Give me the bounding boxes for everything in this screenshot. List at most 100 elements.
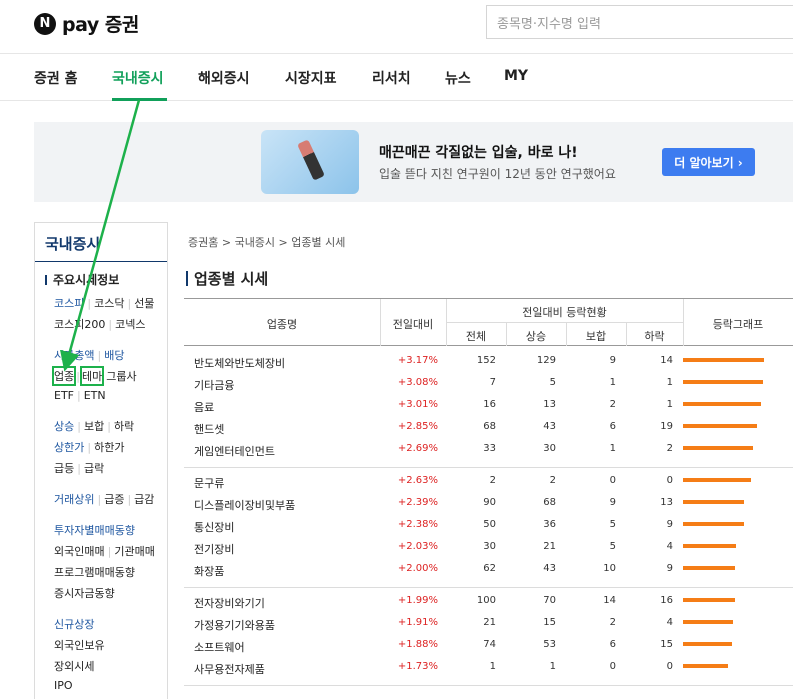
- nav-my[interactable]: MY: [504, 68, 528, 84]
- industry-name-link[interactable]: 화장품: [194, 563, 224, 579]
- industry-name-link[interactable]: 기타금융: [194, 377, 234, 393]
- sidebar-item-volume-decrease[interactable]: 급감: [134, 491, 154, 507]
- nav-domestic-market[interactable]: 국내증시: [112, 68, 164, 88]
- table-row[interactable]: 기타금융 +3.08% 7 5 1 1: [184, 372, 793, 394]
- industry-name-link[interactable]: 음료: [194, 399, 214, 415]
- table-row[interactable]: 게임엔터테인먼트 +2.69% 33 30 1 2: [184, 438, 793, 460]
- table-row[interactable]: 문구류 +2.63% 2 2 0 0: [184, 470, 793, 492]
- sidebar-item-group[interactable]: 그룹사: [106, 368, 136, 384]
- count-up: 13: [543, 399, 556, 410]
- industry-name-link[interactable]: 문구류: [194, 475, 224, 491]
- count-up: 43: [543, 563, 556, 574]
- sidebar-row: 신규상장: [54, 616, 94, 632]
- sidebar-item-upper-limit[interactable]: 상한가: [54, 439, 84, 455]
- sidebar-row: 급등 | 급락: [54, 460, 105, 476]
- logo-text: pay 증권: [62, 14, 139, 36]
- change-bar: [683, 598, 735, 602]
- sidebar-item-otc-prices[interactable]: 장외시세: [54, 658, 94, 674]
- table-row[interactable]: 사무용전자제품 +1.73% 1 1 0 0: [184, 656, 793, 678]
- count-up: 21: [543, 541, 556, 552]
- table-row[interactable]: 화장품 +2.00% 62 43 10 9: [184, 558, 793, 580]
- change-rate: +2.69%: [397, 443, 438, 454]
- sidebar-item-rise[interactable]: 상승: [54, 418, 74, 434]
- col-graph: 등락그래프: [712, 318, 764, 331]
- sidebar-item-theme[interactable]: 테마: [79, 366, 105, 386]
- sidebar-item-market-cap[interactable]: 시가총액: [54, 347, 94, 363]
- learn-more-button[interactable]: 더 알아보기 ›: [662, 148, 755, 176]
- industry-name-link[interactable]: 전기장비: [194, 541, 234, 557]
- industry-name-link[interactable]: 게임엔터테인먼트: [194, 443, 275, 459]
- change-bar: [683, 380, 763, 384]
- sidebar-item-etf[interactable]: ETF: [54, 389, 74, 402]
- ad-banner[interactable]: 매끈매끈 각질없는 입술, 바로 나! 입술 뜯다 지친 연구원이 12년 동안…: [34, 122, 793, 202]
- nav-overseas-market[interactable]: 해외증시: [198, 68, 250, 88]
- naver-n-icon: N: [34, 12, 56, 35]
- sidebar-item-dividend[interactable]: 배당: [104, 347, 124, 363]
- change-rate: +1.91%: [397, 617, 438, 628]
- sidebar-item-fall[interactable]: 하락: [114, 418, 134, 434]
- count-up: 15: [543, 617, 556, 628]
- industry-name-link[interactable]: 가정용기기와용품: [194, 617, 275, 633]
- change-rate: +1.99%: [397, 595, 438, 606]
- nav-stock-home[interactable]: 증권 홈: [34, 68, 78, 88]
- sidebar-item-foreign-holdings[interactable]: 외국인보유: [54, 637, 105, 653]
- nav-market-indicators[interactable]: 시장지표: [285, 68, 337, 88]
- table-row[interactable]: 반도체와반도체장비 +3.17% 152 129 9 14: [184, 350, 793, 372]
- sidebar-divider: [35, 261, 167, 262]
- nav-news[interactable]: 뉴스: [445, 68, 471, 88]
- count-down: 1: [666, 399, 673, 410]
- count-up: 36: [543, 519, 556, 530]
- sidebar-item-konex[interactable]: 코넥스: [115, 316, 145, 332]
- npay-logo[interactable]: N pay 증권: [34, 10, 139, 37]
- table-row[interactable]: 가정용기기와용품 +1.91% 21 15 2 4: [184, 612, 793, 634]
- count-down: 16: [660, 595, 673, 606]
- table-row[interactable]: 핸드셋 +2.85% 68 43 6 19: [184, 416, 793, 438]
- sidebar-item-kospi[interactable]: 코스피: [54, 295, 84, 311]
- count-down: 1: [666, 377, 673, 388]
- table-row[interactable]: 음료 +3.01% 16 13 2 1: [184, 394, 793, 416]
- sidebar-item-industry[interactable]: 업종: [51, 366, 77, 386]
- industry-name-link[interactable]: 전자장비와기기: [194, 595, 265, 611]
- sidebar-item-futures[interactable]: 선물: [134, 295, 154, 311]
- sidebar-item-market-funds[interactable]: 증시자금동향: [54, 585, 115, 601]
- sidebar-item-program-trading[interactable]: 프로그램매매동향: [54, 564, 135, 580]
- table-row[interactable]: 전자장비와기기 +1.99% 100 70 14 16: [184, 590, 793, 612]
- industry-name-link[interactable]: 반도체와반도체장비: [194, 355, 285, 371]
- industry-name-link[interactable]: 통신장비: [194, 519, 234, 535]
- nav-research[interactable]: 리서치: [372, 68, 411, 88]
- sidebar-item-plunge[interactable]: 급락: [84, 460, 104, 476]
- sidebar-item-new-listing[interactable]: 신규상장: [54, 616, 94, 632]
- table-row[interactable]: 디스플레이장비및부품 +2.39% 90 68 9 13: [184, 492, 793, 514]
- industry-name-link[interactable]: 소프트웨어: [194, 639, 245, 655]
- sidebar-item-kosdaq[interactable]: 코스닥: [94, 295, 124, 311]
- sidebar-item-institution-trading[interactable]: 기관매매: [114, 543, 154, 559]
- active-tab-underline: [112, 98, 167, 101]
- sidebar-item-volume-increase[interactable]: 급증: [104, 491, 124, 507]
- industry-name-link[interactable]: 사무용전자제품: [194, 661, 265, 677]
- sidebar-item-surge[interactable]: 급등: [54, 460, 74, 476]
- count-total: 21: [483, 617, 496, 628]
- table-row[interactable]: 소프트웨어 +1.88% 74 53 6 15: [184, 634, 793, 656]
- search-input[interactable]: 종목명·지수명 입력: [486, 5, 793, 39]
- industry-name-link[interactable]: 핸드셋: [194, 421, 224, 437]
- table-row[interactable]: 전기장비 +2.03% 30 21 5 4: [184, 536, 793, 558]
- sidebar-item-kospi200[interactable]: 코스피200: [54, 316, 105, 332]
- table-header: 업종명 전일대비 전일대비 등락현황 전체 상승 보합 하락 등락그래프: [184, 298, 793, 346]
- count-flat: 10: [603, 563, 616, 574]
- sidebar-item-top-volume[interactable]: 거래상위: [54, 491, 94, 507]
- sidebar-row: 코스피200 | 코넥스: [54, 316, 146, 332]
- count-total: 100: [476, 595, 496, 606]
- sidebar-item-ipo[interactable]: IPO: [54, 679, 73, 692]
- sidebar-item-foreign-trading[interactable]: 외국인매매: [54, 543, 105, 559]
- change-bar: [683, 566, 735, 570]
- sidebar: 국내증시 주요시세정보 코스피 | 코스닥 | 선물 코스피200 | 코넥스 시가총액 | 배…: [34, 222, 168, 699]
- breadcrumb: 증권홈 > 국내증시 > 업종별 시세: [188, 236, 346, 249]
- sidebar-item-flat[interactable]: 보합: [84, 418, 104, 434]
- sidebar-item-investor-trends[interactable]: 투자자별매매동향: [54, 522, 135, 538]
- industry-name-link[interactable]: 디스플레이장비및부품: [194, 497, 295, 513]
- sidebar-item-lower-limit[interactable]: 하한가: [94, 439, 124, 455]
- count-up: 1: [549, 661, 556, 672]
- sidebar-item-etn[interactable]: ETN: [84, 389, 106, 402]
- change-bar: [683, 544, 736, 548]
- table-row[interactable]: 통신장비 +2.38% 50 36 5 9: [184, 514, 793, 536]
